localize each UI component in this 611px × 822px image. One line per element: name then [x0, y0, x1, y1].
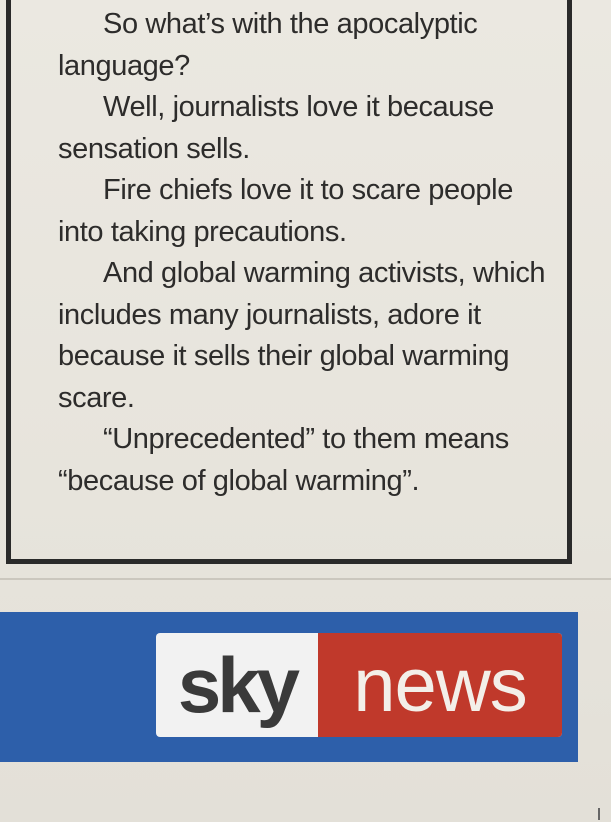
article-text: So what’s with the apocalyptic language?… — [58, 4, 548, 502]
logo-sky-text: sky — [177, 640, 300, 729]
paragraph-1: So what’s with the apocalyptic language? — [58, 8, 478, 82]
page-divider — [0, 578, 611, 580]
paragraph-2: Well, journalists love it because sensat… — [58, 91, 494, 165]
paragraph-3: Fire chiefs love it to scare people into… — [58, 174, 513, 248]
paragraph-5: “Unprecedented” to them means “because o… — [58, 423, 509, 497]
page-edge-mark — [598, 808, 600, 820]
logo-news-text: news — [318, 633, 562, 737]
sky-news-logo: sky news — [156, 633, 562, 737]
paragraph-4: And global warming activists, which incl… — [58, 257, 546, 414]
